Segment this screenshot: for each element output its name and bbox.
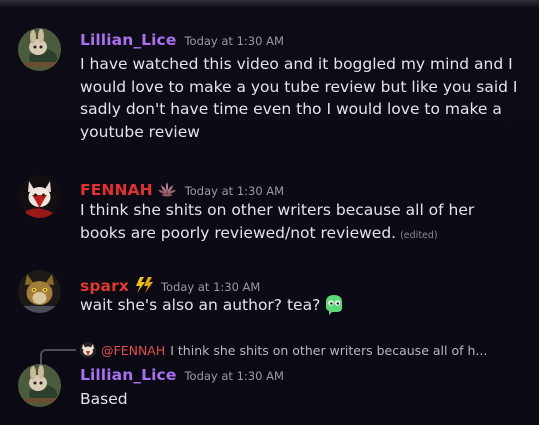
- message-line: books are poorly reviewed/not reviewed.(…: [80, 222, 520, 248]
- message-line: sadly don't have time even tho I would l…: [80, 100, 502, 119]
- reply-mention[interactable]: @FENNAH: [101, 343, 165, 358]
- reply-avatar-icon: [80, 342, 96, 358]
- timestamp[interactable]: Today at 1:30 AM: [184, 369, 283, 383]
- username[interactable]: Lillian_Lice: [80, 366, 176, 384]
- message-line-text: Based: [80, 390, 128, 408]
- message-text: wait she's also an author? tea?: [80, 293, 520, 317]
- message-text: I have watched this video and it boggled…: [80, 53, 520, 143]
- timestamp[interactable]: Today at 1:30 AM: [184, 34, 283, 48]
- lightning-bolts-icon: [133, 276, 153, 294]
- timestamp[interactable]: Today at 1:30 AM: [185, 184, 284, 198]
- lotus-icon: [157, 180, 177, 198]
- timestamp[interactable]: Today at 1:30 AM: [161, 280, 260, 294]
- reply-connector: [40, 349, 76, 365]
- fox-avatar-icon[interactable]: [18, 175, 61, 218]
- edited-label[interactable]: (edited): [400, 230, 438, 241]
- message-text: Based: [80, 388, 520, 411]
- reply-preview-text[interactable]: I think she shits on other writers becau…: [170, 343, 487, 358]
- message-line: youtube review: [80, 122, 200, 141]
- username[interactable]: FENNAH: [80, 181, 153, 199]
- message-line: I think she shits on other writers becau…: [80, 201, 475, 219]
- message-line: I have watched this video and it boggled…: [80, 55, 513, 73]
- username[interactable]: Lillian_Lice: [80, 31, 176, 49]
- green-ghost-emoji-icon[interactable]: [323, 293, 345, 315]
- reply-preview[interactable]: @FENNAH I think she shits on other write…: [80, 341, 487, 359]
- cat-avatar-icon[interactable]: [18, 270, 61, 313]
- message-line-text: books are poorly reviewed/not reviewed.: [80, 223, 397, 242]
- message-line: would love to make a you tube review but…: [80, 77, 518, 96]
- scroll-fade: [0, 0, 539, 8]
- bunny-avatar-icon[interactable]: [18, 28, 61, 71]
- bunny-avatar-icon[interactable]: [18, 364, 61, 407]
- message-line-text: wait she's also an author? tea?: [80, 296, 321, 314]
- message-text: I think she shits on other writers becau…: [80, 199, 520, 247]
